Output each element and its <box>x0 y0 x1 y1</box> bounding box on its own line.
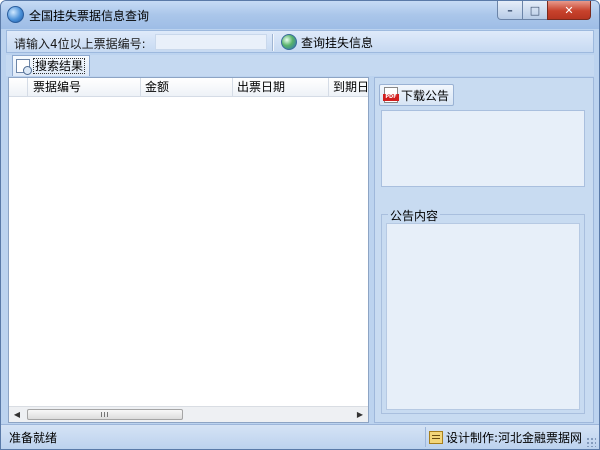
close-icon: ✕ <box>564 3 574 17</box>
scroll-left-arrow-icon[interactable]: ◀ <box>12 410 22 420</box>
query-loss-button[interactable]: 查询挂失信息 <box>277 32 377 52</box>
announcement-content-group: 公告内容 <box>381 207 585 414</box>
tab-search-results[interactable]: 搜索结果 <box>12 55 91 76</box>
title-bar[interactable]: 全国挂失票据信息查询 – □ ✕ <box>1 1 599 29</box>
globe-refresh-icon <box>281 34 297 50</box>
ticket-number-label: 请输入4位以上票据编号: <box>14 37 146 51</box>
column-header-amount[interactable]: 金额 <box>141 78 233 96</box>
announcement-content-label: 公告内容 <box>388 207 441 224</box>
scroll-right-arrow-icon[interactable]: ▶ <box>355 410 365 420</box>
close-button[interactable]: ✕ <box>547 1 591 20</box>
tab-strip: 搜索结果 <box>6 55 594 76</box>
maximize-button[interactable]: □ <box>522 1 548 20</box>
pdf-icon <box>383 87 399 103</box>
announcement-preview-box <box>381 110 585 187</box>
download-announcement-button[interactable]: 下载公告 <box>379 84 455 106</box>
column-header-issue-date[interactable]: 出票日期 <box>233 78 329 96</box>
maximize-icon: □ <box>529 3 541 17</box>
notepad-icon <box>429 430 443 444</box>
resize-grip-icon[interactable] <box>586 437 596 447</box>
query-loss-button-label: 查询挂失信息 <box>301 35 374 50</box>
app-globe-icon <box>7 6 24 23</box>
document-search-icon <box>16 59 32 75</box>
window-title: 全国挂失票据信息查询 <box>29 9 150 23</box>
column-header-due-date[interactable]: 到期日 <box>329 78 368 96</box>
grid-header: 票据编号 金额 出票日期 到期日 <box>9 78 368 97</box>
scrollbar-thumb[interactable]: III <box>27 409 183 420</box>
minimize-button[interactable]: – <box>497 1 523 20</box>
designer-credit: 设计制作:河北金融票据网 <box>425 427 585 447</box>
horizontal-scrollbar[interactable]: ◀ III ▶ <box>9 406 368 422</box>
designer-credit-text: 设计制作:河北金融票据网 <box>446 430 583 445</box>
toolbar: 请输入4位以上票据编号: 查询挂失信息 <box>6 30 594 53</box>
main-window: 全国挂失票据信息查询 – □ ✕ 请输入4位以上票据编号: 查询挂失信息 搜索结… <box>0 0 600 450</box>
column-header-ticket-number[interactable]: 票据编号 <box>29 78 141 96</box>
toolbar-separator <box>272 34 274 51</box>
status-bar: 准备就绪 设计制作:河北金融票据网 <box>1 424 599 449</box>
minimize-icon: – <box>507 3 513 17</box>
download-announcement-label: 下载公告 <box>401 88 450 103</box>
announcement-panel: 下载公告 公告内容 <box>374 77 594 423</box>
announcement-content-area[interactable] <box>386 223 580 410</box>
row-selector-header[interactable] <box>9 78 28 96</box>
results-grid[interactable]: 票据编号 金额 出票日期 到期日 ◀ III ▶ <box>8 77 369 423</box>
tab-search-results-label: 搜索结果 <box>33 58 86 74</box>
ticket-number-input[interactable] <box>155 34 267 50</box>
status-text: 准备就绪 <box>9 431 58 445</box>
